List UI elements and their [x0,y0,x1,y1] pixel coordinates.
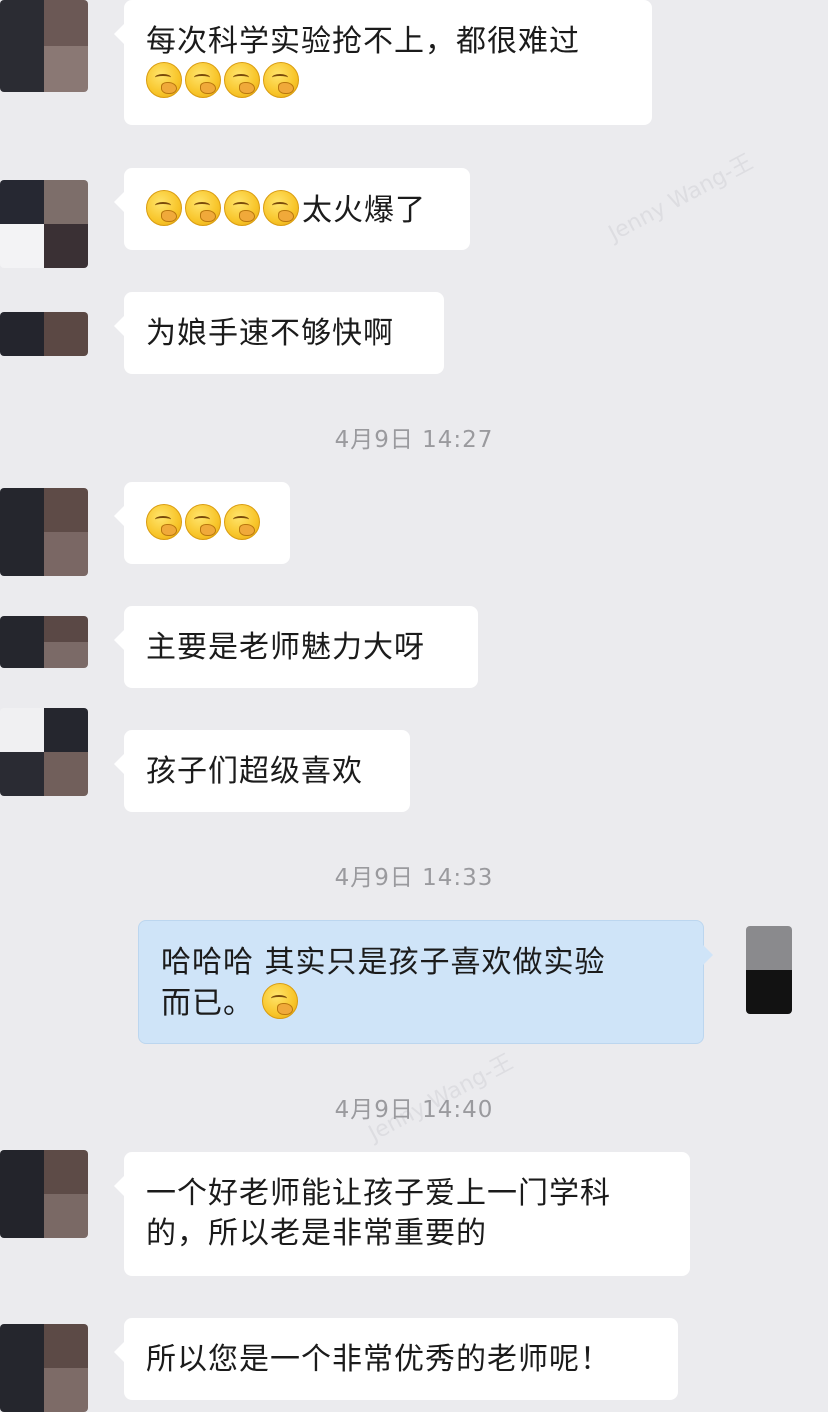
blush-emoji-icon [185,62,221,98]
blush-emoji-icon [146,190,182,226]
message-bubble[interactable]: 为娘手速不够快啊 [114,292,444,374]
blush-emoji-icon [262,983,298,1019]
blush-emoji-icon [185,190,221,226]
timestamp: 4月9日 14:27 [334,427,494,453]
message-bubble[interactable]: 主要是老师魅力大呀 [114,606,478,688]
avatar[interactable] [0,0,88,92]
message-text: 孩子们超级喜欢 [146,754,363,789]
message-text: 一个好老师能让孩子爱上一门学科 的，所以老是非常重要的 [146,1176,611,1251]
watermark: Jenny Wang-王 [604,149,758,247]
blush-emoji-icon [185,504,221,540]
blush-emoji-icon [224,190,260,226]
timestamp: 4月9日 14:40 [334,1097,494,1123]
message-text: 所以您是一个非常优秀的老师呢！ [146,1342,611,1377]
message-bubble[interactable]: 太火爆了 [114,168,470,250]
avatar[interactable] [0,1150,88,1238]
message-bubble-sent[interactable]: 哈哈哈 其实只是孩子喜欢做实验 而已。 [138,920,713,1044]
avatar[interactable] [0,312,88,356]
blush-emoji-icon [263,190,299,226]
blush-emoji-icon [224,62,260,98]
avatar[interactable] [0,616,88,668]
message-bubble[interactable]: 一个好老师能让孩子爱上一门学科 的，所以老是非常重要的 [114,1152,690,1276]
blush-emoji-icon [146,504,182,540]
message-text: 每次科学实验抢不上，都很难过 [146,24,580,59]
message-bubble[interactable]: 每次科学实验抢不上，都很难过 [114,0,652,125]
message-bubble[interactable]: 所以您是一个非常优秀的老师呢！ [114,1318,678,1400]
blush-emoji-icon [224,504,260,540]
blush-emoji-icon [146,62,182,98]
message-bubble[interactable]: 孩子们超级喜欢 [114,730,410,812]
avatar[interactable] [0,1324,88,1412]
chat-area[interactable]: Jenny Wang-王 Jenny Wang-王 每次科学实验抢不上，都很难过… [0,0,828,1412]
message-text: 太火爆了 [302,193,426,228]
avatar[interactable] [0,180,88,268]
message-bubble[interactable] [114,482,290,564]
avatar[interactable] [746,926,792,1014]
avatar[interactable] [0,708,88,796]
avatar[interactable] [0,488,88,576]
timestamp: 4月9日 14:33 [334,865,494,891]
message-text: 哈哈哈 其实只是孩子喜欢做实验 而已。 [161,945,606,1021]
message-text: 主要是老师魅力大呀 [146,630,425,665]
blush-emoji-icon [263,62,299,98]
message-text: 为娘手速不够快啊 [146,316,394,351]
